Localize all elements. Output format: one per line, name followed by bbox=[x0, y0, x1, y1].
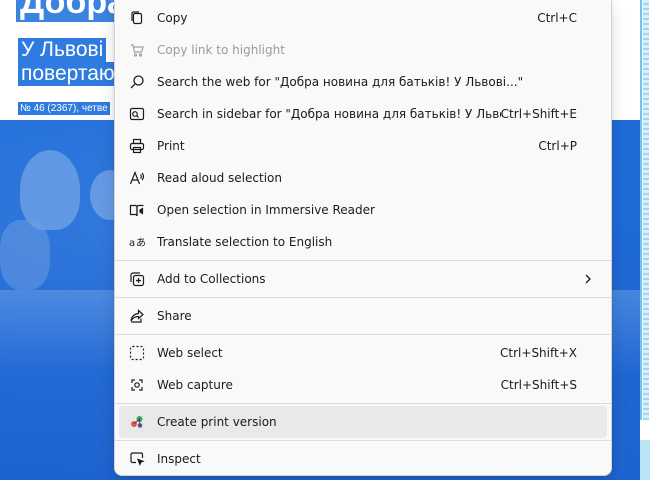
article-subheadline: У Львові повертаю bbox=[18, 38, 118, 86]
menu-item-search-web[interactable]: Search the web for "Добра новина для бат… bbox=[119, 66, 607, 98]
read-aloud-icon bbox=[129, 170, 145, 186]
menu-item-print[interactable]: Print Ctrl+P bbox=[119, 130, 607, 162]
translate-icon: a あ bbox=[129, 234, 145, 250]
menu-item-share[interactable]: Share bbox=[119, 300, 607, 332]
menu-item-web-capture[interactable]: Web capture Ctrl+Shift+S bbox=[119, 369, 607, 401]
chevron-right-icon bbox=[583, 274, 593, 284]
menu-separator bbox=[115, 297, 611, 298]
svg-text:a: a bbox=[129, 238, 135, 249]
menu-separator bbox=[115, 334, 611, 335]
collections-icon bbox=[129, 271, 145, 287]
sidebar-search-icon bbox=[129, 106, 145, 122]
menu-item-translate[interactable]: a あ Translate selection to English bbox=[119, 226, 607, 258]
article-headline: Добра bbox=[16, 0, 131, 22]
issue-info: № 46 (2367), четве bbox=[18, 102, 110, 115]
right-page-strip bbox=[640, 0, 650, 420]
immersive-reader-icon bbox=[129, 202, 145, 218]
menu-separator bbox=[115, 403, 611, 404]
printer-icon bbox=[129, 138, 145, 154]
copy-icon bbox=[129, 10, 145, 26]
context-menu: Copy Ctrl+C Copy link to highlight Searc… bbox=[114, 0, 612, 476]
subhead-line-1: У Львові bbox=[18, 38, 107, 62]
print-version-icon bbox=[129, 414, 145, 430]
menu-item-inspect[interactable]: Inspect bbox=[119, 443, 607, 475]
menu-item-read-aloud[interactable]: Read aloud selection bbox=[119, 162, 607, 194]
web-capture-icon bbox=[129, 377, 145, 393]
menu-item-search-sidebar[interactable]: Search in sidebar for "Добра новина для … bbox=[119, 98, 607, 130]
svg-text:あ: あ bbox=[136, 237, 145, 249]
web-select-icon bbox=[129, 345, 145, 361]
menu-item-create-print-version[interactable]: Create print version bbox=[119, 406, 607, 438]
subhead-line-2: повертаю bbox=[18, 62, 118, 86]
menu-separator bbox=[115, 260, 611, 261]
menu-item-web-select[interactable]: Web select Ctrl+Shift+X bbox=[119, 337, 607, 369]
issue-number-date: № 46 (2367), четве bbox=[18, 102, 110, 115]
menu-item-immersive-reader[interactable]: Open selection in Immersive Reader bbox=[119, 194, 607, 226]
search-icon bbox=[129, 74, 145, 90]
link-highlight-icon bbox=[129, 42, 145, 58]
right-page-strip-bottom bbox=[640, 440, 650, 480]
menu-separator bbox=[115, 440, 611, 441]
menu-item-add-to-collections[interactable]: Add to Collections bbox=[119, 263, 607, 295]
inspect-icon bbox=[129, 451, 145, 467]
menu-item-copy[interactable]: Copy Ctrl+C bbox=[119, 2, 607, 34]
menu-item-copy-link-to-highlight[interactable]: Copy link to highlight bbox=[119, 34, 607, 66]
share-icon bbox=[129, 308, 145, 324]
